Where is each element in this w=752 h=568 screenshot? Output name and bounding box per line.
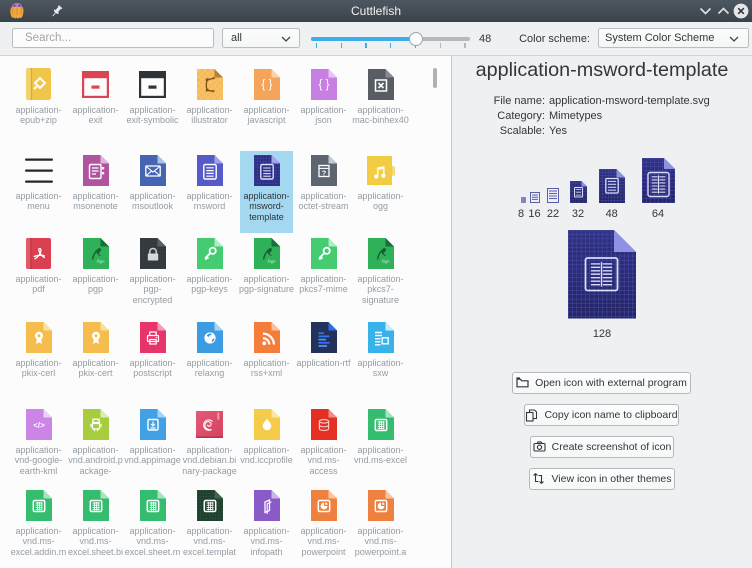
svg-text:{ }: { } xyxy=(261,79,272,91)
svg-text:{ }: { } xyxy=(318,79,329,91)
svg-text:Sign: Sign xyxy=(96,258,105,263)
svg-text:?: ? xyxy=(321,170,325,177)
svg-text:Sign: Sign xyxy=(267,258,276,263)
svg-text:Sign: Sign xyxy=(381,258,390,263)
svg-text:</>: </> xyxy=(33,421,45,430)
